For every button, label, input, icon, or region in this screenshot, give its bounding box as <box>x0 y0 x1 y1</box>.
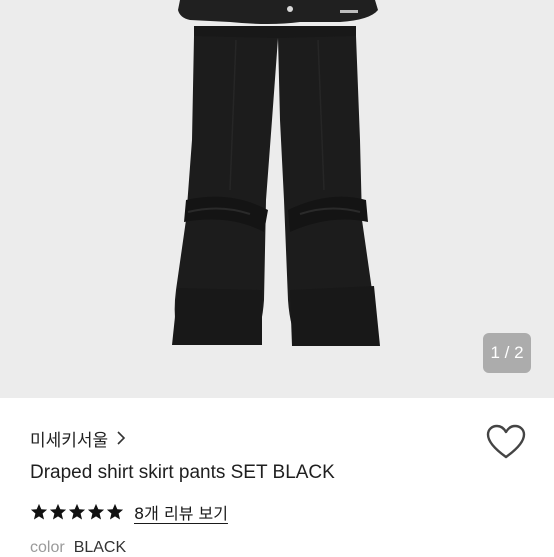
star-icon <box>68 503 86 520</box>
star-icon <box>106 503 124 520</box>
image-page-indicator: 1 / 2 <box>483 333 531 373</box>
chevron-right-icon <box>117 431 126 445</box>
star-icon <box>30 503 48 520</box>
review-link[interactable]: 8개 리뷰 보기 <box>134 500 228 524</box>
color-label: color <box>30 539 65 556</box>
rating-stars <box>30 503 124 521</box>
star-icon <box>87 503 105 520</box>
product-image <box>172 0 380 346</box>
color-value: BLACK <box>73 539 127 556</box>
star-icon <box>49 503 67 520</box>
color-option: color BLACK <box>30 539 126 557</box>
rating-row: 8개 리뷰 보기 <box>30 500 228 524</box>
product-image-gallery[interactable]: 1 / 2 <box>0 0 554 398</box>
product-title: Draped shirt skirt pants SET BLACK <box>30 462 335 483</box>
brand-name: 미세키서울 <box>30 430 109 451</box>
heart-outline-icon[interactable] <box>486 424 526 460</box>
product-info: 미세키서울 Draped shirt skirt pants SET BLACK… <box>0 398 554 557</box>
brand-link[interactable]: 미세키서울 <box>30 427 126 451</box>
